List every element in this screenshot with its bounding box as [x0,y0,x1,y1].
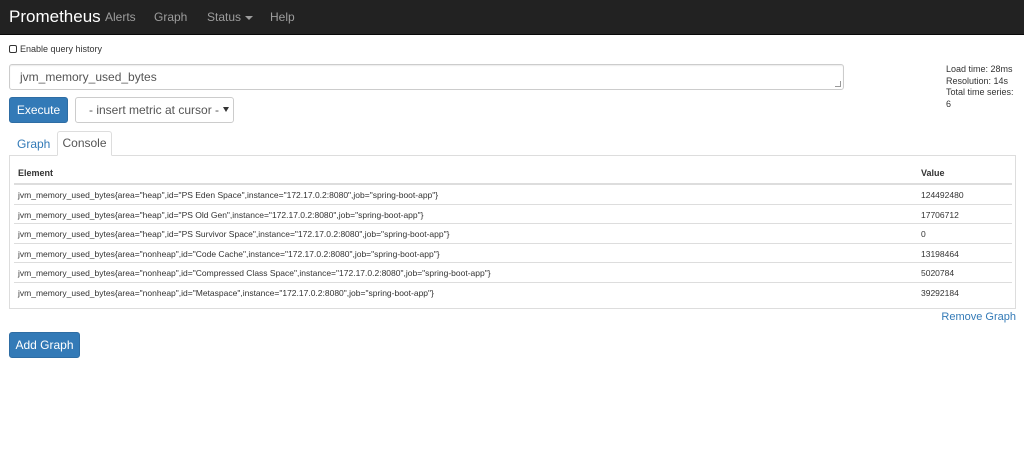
table-row: jvm_memory_used_bytes{area="heap",id="PS… [14,224,1012,244]
dropdown-arrow-icon [223,107,229,112]
nav-alerts[interactable]: Alerts [105,10,136,24]
element-cell: jvm_memory_used_bytes{area="heap",id="PS… [18,229,450,239]
tab-console[interactable]: Console [57,131,112,156]
element-cell: jvm_memory_used_bytes{area="heap",id="PS… [18,190,439,200]
table-row: jvm_memory_used_bytes{area="heap",id="PS… [14,205,1012,224]
table-row: jvm_memory_used_bytes{area="nonheap",id=… [14,244,1012,263]
value-cell: 124492480 [921,190,964,200]
table-row: jvm_memory_used_bytes{area="nonheap",id=… [14,283,1012,303]
element-cell: jvm_memory_used_bytes{area="nonheap",id=… [18,268,491,278]
value-cell: 5020784 [921,268,955,278]
element-cell: jvm_memory_used_bytes{area="nonheap",id=… [18,287,434,298]
element-cell: jvm_memory_used_bytes{area="heap",id="PS… [18,209,424,220]
tab-graph[interactable]: Graph [17,137,50,151]
resolution: Resolution: 14s [946,75,1009,86]
expression-text: jvm_memory_used_bytes [20,70,157,84]
nav-status[interactable]: Status [207,10,254,24]
metric-select-value: - insert metric at cursor - [89,103,220,117]
value-cell: 13198464 [921,248,959,259]
execute-button[interactable]: Execute [9,97,68,123]
add-graph-button[interactable]: Add Graph [9,332,80,358]
table-row: jvm_memory_used_bytes{area="heap",id="PS… [14,185,1012,205]
query-stats: Load time: 28ms Resolution: 14s Total ti… [946,64,1016,110]
column-header-element: Element [18,168,54,178]
resize-grip-icon[interactable] [835,81,841,87]
metric-select[interactable]: - insert metric at cursor - [75,97,234,123]
remove-graph-link[interactable]: Remove Graph [941,311,1016,323]
table-row: jvm_memory_used_bytes{area="nonheap",id=… [14,263,1012,283]
total-time-series: Total time series: 6 [946,87,1014,109]
value-cell: 17706712 [921,209,959,220]
query-history-toggle[interactable]: Enable query history [9,43,102,55]
console-panel: Element Value jvm_memory_used_bytes{area… [9,155,1016,309]
nav-graph[interactable]: Graph [154,10,187,24]
navbar: Prometheus Alerts Graph Status Help [0,0,1024,35]
column-header-value: Value [921,168,945,178]
nav-status-label: Status [207,10,242,24]
element-cell: jvm_memory_used_bytes{area="nonheap",id=… [18,248,440,259]
caret-down-icon [245,15,254,20]
expression-input[interactable]: jvm_memory_used_bytes [9,64,844,90]
nav-help[interactable]: Help [270,10,295,24]
query-history-label: Enable query history [20,44,103,54]
query-history-checkbox[interactable] [9,45,17,53]
value-cell: 0 [921,229,926,239]
load-time: Load time: 28ms [946,64,1013,74]
brand-link[interactable]: Prometheus [9,7,101,27]
value-cell: 39292184 [921,287,959,298]
